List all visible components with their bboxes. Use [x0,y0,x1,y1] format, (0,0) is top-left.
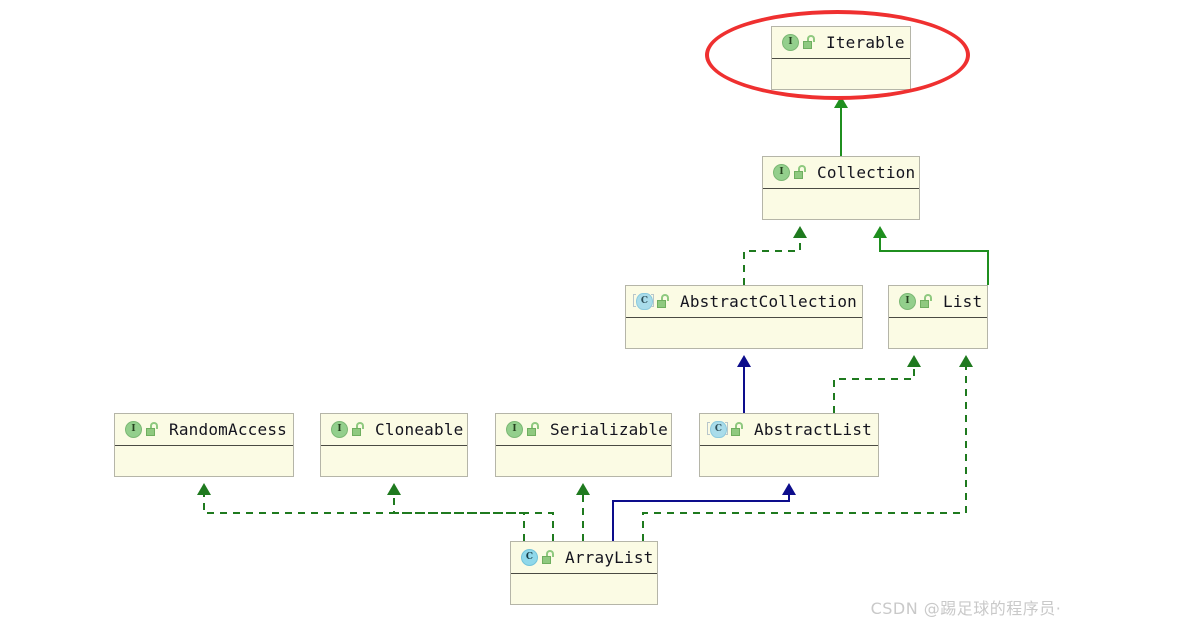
node-title: List [943,292,983,311]
node-members-compartment [496,446,671,476]
node-header: I RandomAccess [115,414,293,446]
edge-abstractlist-to-list [833,355,921,413]
abstract-class-icon: C [633,293,654,310]
edge-line [203,495,525,541]
node-members-compartment [889,318,987,348]
class-node-cloneable[interactable]: I Cloneable [320,413,468,477]
edge-line [833,367,915,413]
edge-arrowhead [387,483,401,495]
node-title: RandomAccess [169,420,287,439]
node-header: I List [889,286,987,318]
public-lock-icon [542,550,555,565]
node-title: AbstractList [754,420,872,439]
edge-line [393,495,554,541]
class-node-collection[interactable]: I Collection [762,156,920,220]
node-header: C AbstractCollection [626,286,862,318]
interface-icon: I [124,421,142,438]
iterable-highlight-ellipse [705,10,970,100]
interface-icon: I [505,421,523,438]
node-members-compartment [700,446,878,476]
node-header: I Cloneable [321,414,467,446]
node-members-compartment [321,446,467,476]
node-members-compartment [763,189,919,219]
edge-arrowhead [197,483,211,495]
class-node-serializable[interactable]: I Serializable [495,413,672,477]
edge-arrowhead [576,483,590,495]
class-icon: C [520,549,538,566]
class-node-arraylist[interactable]: C ArrayList [510,541,658,605]
watermark-label: CSDN @踢足球的程序员· [870,599,1062,618]
edge-arrowhead [873,226,887,238]
edge-arrowhead [959,355,973,367]
edge-arrowhead [907,355,921,367]
edge-line [612,495,790,541]
edge-arrowhead [782,483,796,495]
node-title: Cloneable [375,420,464,439]
edge-arraylist-to-abstractlist [612,483,796,541]
node-title: ArrayList [565,548,654,567]
edge-line [743,238,801,285]
class-node-abstractlist[interactable]: C AbstractList [699,413,879,477]
node-members-compartment [626,318,862,348]
public-lock-icon [527,422,540,437]
abstract-class-icon: C [707,421,728,438]
edge-list-to-collection [873,226,989,285]
public-lock-icon [352,422,365,437]
node-members-compartment [511,574,657,604]
edge-arrowhead [737,355,751,367]
node-header: C AbstractList [700,414,878,446]
edge-abstractcollection-to-collection [743,226,807,285]
uml-diagram-canvas: I Iterable I Collection C AbstractCollection I… [0,0,1201,637]
edge-collection-to-iterable [834,96,848,156]
public-lock-icon [731,422,744,437]
interface-icon: I [330,421,348,438]
edge-arrowhead [793,226,807,238]
class-node-list[interactable]: I List [888,285,988,349]
edge-line [879,238,989,285]
edge-arraylist-to-randomaccess [197,483,525,541]
public-lock-icon [657,294,670,309]
edge-arraylist-to-cloneable [387,483,554,541]
public-lock-icon [146,422,159,437]
node-title: Collection [817,163,916,182]
edge-arraylist-to-serializable [576,483,590,541]
public-lock-icon [794,165,807,180]
node-header: I Collection [763,157,919,189]
node-header: C ArrayList [511,542,657,574]
public-lock-icon [920,294,933,309]
node-title: Serializable [550,420,668,439]
class-node-randomaccess[interactable]: I RandomAccess [114,413,294,477]
edge-abstractlist-to-abstractcollection [737,355,751,413]
node-title: AbstractCollection [680,292,857,311]
node-header: I Serializable [496,414,671,446]
node-members-compartment [115,446,293,476]
class-node-abstractcollection[interactable]: C AbstractCollection [625,285,863,349]
interface-icon: I [772,164,790,181]
interface-icon: I [898,293,916,310]
